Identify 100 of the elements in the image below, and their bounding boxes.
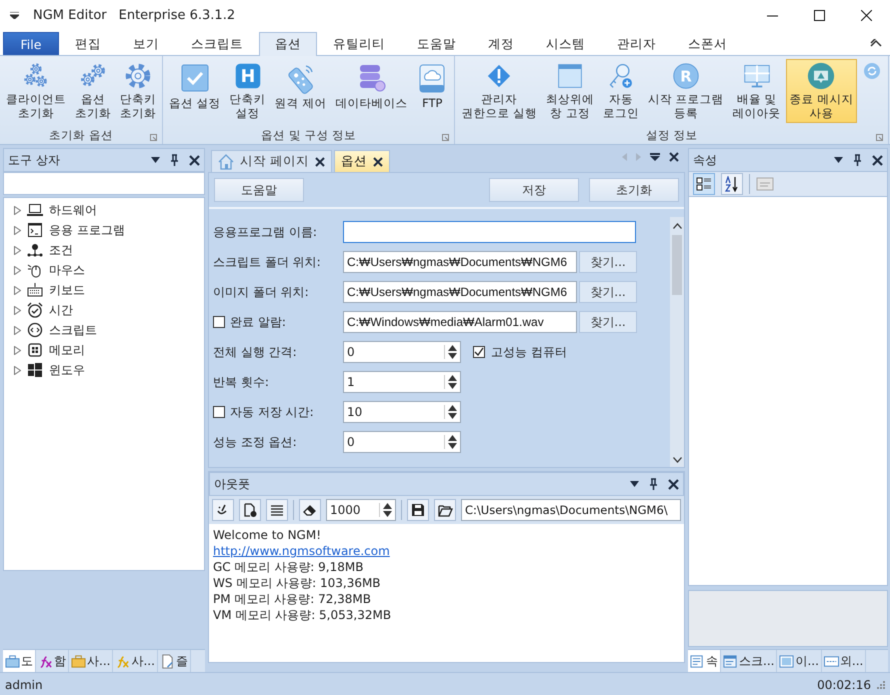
close-icon[interactable] [189, 154, 200, 166]
ribbon-button[interactable]: 배율 및 레이아웃 [728, 59, 785, 123]
browse-button[interactable]: 찾기... [579, 311, 637, 333]
expand-arrow-icon[interactable] [14, 226, 21, 234]
document-tab[interactable]: 옵션 [334, 150, 390, 172]
tree-item[interactable]: 메모리 [49, 342, 85, 358]
scroll-down-icon[interactable] [672, 457, 682, 463]
sort-button[interactable] [721, 173, 743, 195]
scrollbar-thumb[interactable] [672, 235, 682, 295]
number-spinner[interactable]: 10 [343, 401, 461, 423]
line-count-spinner[interactable]: 1000 [326, 499, 396, 521]
brush-button[interactable] [212, 499, 234, 521]
browse-button[interactable]: 찾기... [579, 281, 637, 303]
ribbon-tab[interactable]: 옵션 [259, 32, 317, 56]
maximize-icon[interactable] [814, 10, 825, 20]
ribbon-button[interactable]: 최상위에 창 고정 [542, 59, 598, 123]
expand-arrow-icon[interactable] [14, 326, 21, 334]
reset-button[interactable]: 초기화 [589, 178, 679, 202]
ribbon-tab[interactable]: 계정 [472, 32, 530, 55]
ribbon-button[interactable]: 옵션 초기화 [71, 59, 115, 123]
checkbox[interactable] [473, 346, 485, 358]
spin-down-icon[interactable] [383, 511, 392, 517]
website-link[interactable]: http://www.ngmsoftware.com [213, 544, 390, 558]
categorized-button[interactable] [693, 173, 715, 195]
ribbon-tab[interactable]: 스크립트 [175, 32, 259, 55]
ribbon-button[interactable]: 원격 제어 [270, 59, 330, 123]
tree-item[interactable]: 키보드 [49, 282, 85, 298]
spin-down-icon[interactable] [448, 413, 457, 419]
browse-button[interactable]: 찾기... [579, 251, 637, 273]
expand-arrow-icon[interactable] [14, 246, 21, 254]
ribbon-tab[interactable]: 시스템 [530, 32, 601, 55]
expand-arrow-icon[interactable] [14, 266, 21, 274]
spin-down-icon[interactable] [448, 443, 457, 449]
dropdown-icon[interactable] [834, 157, 843, 163]
expand-arrow-icon[interactable] [14, 286, 21, 294]
expand-arrow-icon[interactable] [14, 306, 21, 314]
ribbon-button[interactable]: R 시작 프로그램 등록 [644, 59, 728, 123]
spin-down-icon[interactable] [448, 353, 457, 359]
path-field[interactable]: C:₩Users₩ngmas₩Documents₩NGM6 [343, 251, 577, 273]
ribbon-tab[interactable]: 스폰서 [672, 32, 743, 55]
pin-icon[interactable] [170, 154, 179, 166]
tree-item[interactable]: 응용 프로그램 [49, 222, 125, 238]
ribbon-button[interactable]: 클라이언트 초기화 [2, 59, 70, 123]
checkbox[interactable] [213, 316, 225, 328]
pin-icon[interactable] [853, 154, 862, 166]
panel-tab[interactable]: 속 [688, 650, 721, 672]
path-field[interactable]: C:₩Windows₩media₩Alarm01.wav [343, 311, 577, 333]
tree-item[interactable]: 스크립트 [49, 322, 97, 338]
close-icon[interactable] [872, 154, 883, 166]
tree-item[interactable]: 시간 [49, 302, 73, 318]
close-icon[interactable] [314, 156, 325, 166]
save-button[interactable]: 저장 [489, 178, 579, 202]
spin-up-icon[interactable] [448, 435, 457, 441]
spin-up-icon[interactable] [448, 405, 457, 411]
search-field[interactable] [3, 172, 205, 195]
file-tab[interactable]: File [3, 32, 59, 55]
resize-grip-icon[interactable] [877, 680, 885, 688]
number-spinner[interactable]: 0 [343, 341, 461, 363]
ribbon-button[interactable]: H 단축키 설정 [226, 59, 270, 123]
close-icon[interactable] [669, 152, 679, 162]
ribbon-button[interactable]: 종료 메시지 사용 [786, 59, 858, 123]
spin-up-icon[interactable] [448, 375, 457, 381]
help-button[interactable]: 도움말 [214, 178, 304, 202]
pin-icon[interactable] [649, 478, 658, 490]
save-button[interactable] [407, 499, 429, 521]
document-check-button[interactable] [239, 499, 261, 521]
close-icon[interactable] [861, 10, 872, 20]
scrollbar[interactable] [670, 217, 684, 467]
panel-tab[interactable]: 도 [3, 650, 36, 672]
ribbon-tab[interactable]: 편집 [59, 32, 117, 55]
scroll-up-icon[interactable] [672, 223, 682, 229]
ribbon-tab[interactable]: 도움말 [401, 32, 472, 55]
spin-down-icon[interactable] [448, 383, 457, 389]
tree-item[interactable]: 마우스 [49, 262, 85, 278]
checkbox[interactable] [213, 406, 225, 418]
spin-up-icon[interactable] [383, 503, 392, 509]
tree-item[interactable]: 하드웨어 [49, 202, 97, 218]
open-folder-button[interactable] [434, 499, 456, 521]
number-spinner[interactable]: 0 [343, 431, 461, 453]
expand-arrow-icon[interactable] [14, 206, 21, 214]
number-spinner[interactable]: 1 [343, 371, 461, 393]
dialog-launcher-icon[interactable] [442, 134, 450, 141]
ribbon-button[interactable]: 옵션 설정 [165, 59, 225, 123]
ribbon-button[interactable]: 자동 로그인 [598, 59, 643, 123]
ribbon-tab[interactable]: 보기 [117, 32, 175, 55]
expand-arrow-icon[interactable] [14, 346, 21, 354]
path-field[interactable]: C:\Users\ngmas\Documents\NGM6\ [461, 499, 681, 521]
ribbon-tab[interactable]: 유틸리티 [317, 32, 401, 55]
ribbon-tab[interactable]: 관리자 [601, 32, 672, 55]
tree-item[interactable]: 조건 [49, 242, 73, 258]
dropdown-icon[interactable] [650, 153, 660, 161]
ribbon-button[interactable]: 단축키 초기화 [116, 59, 160, 123]
list-button[interactable] [266, 499, 288, 521]
spin-up-icon[interactable] [448, 345, 457, 351]
dropdown-icon[interactable] [151, 157, 160, 163]
close-icon[interactable] [372, 156, 383, 166]
dropdown-icon[interactable] [630, 481, 639, 487]
ribbon-button[interactable]: FTP [412, 59, 452, 123]
ribbon-button[interactable]: 데이타베이스 [331, 59, 412, 123]
collapse-ribbon-icon[interactable] [870, 38, 882, 46]
